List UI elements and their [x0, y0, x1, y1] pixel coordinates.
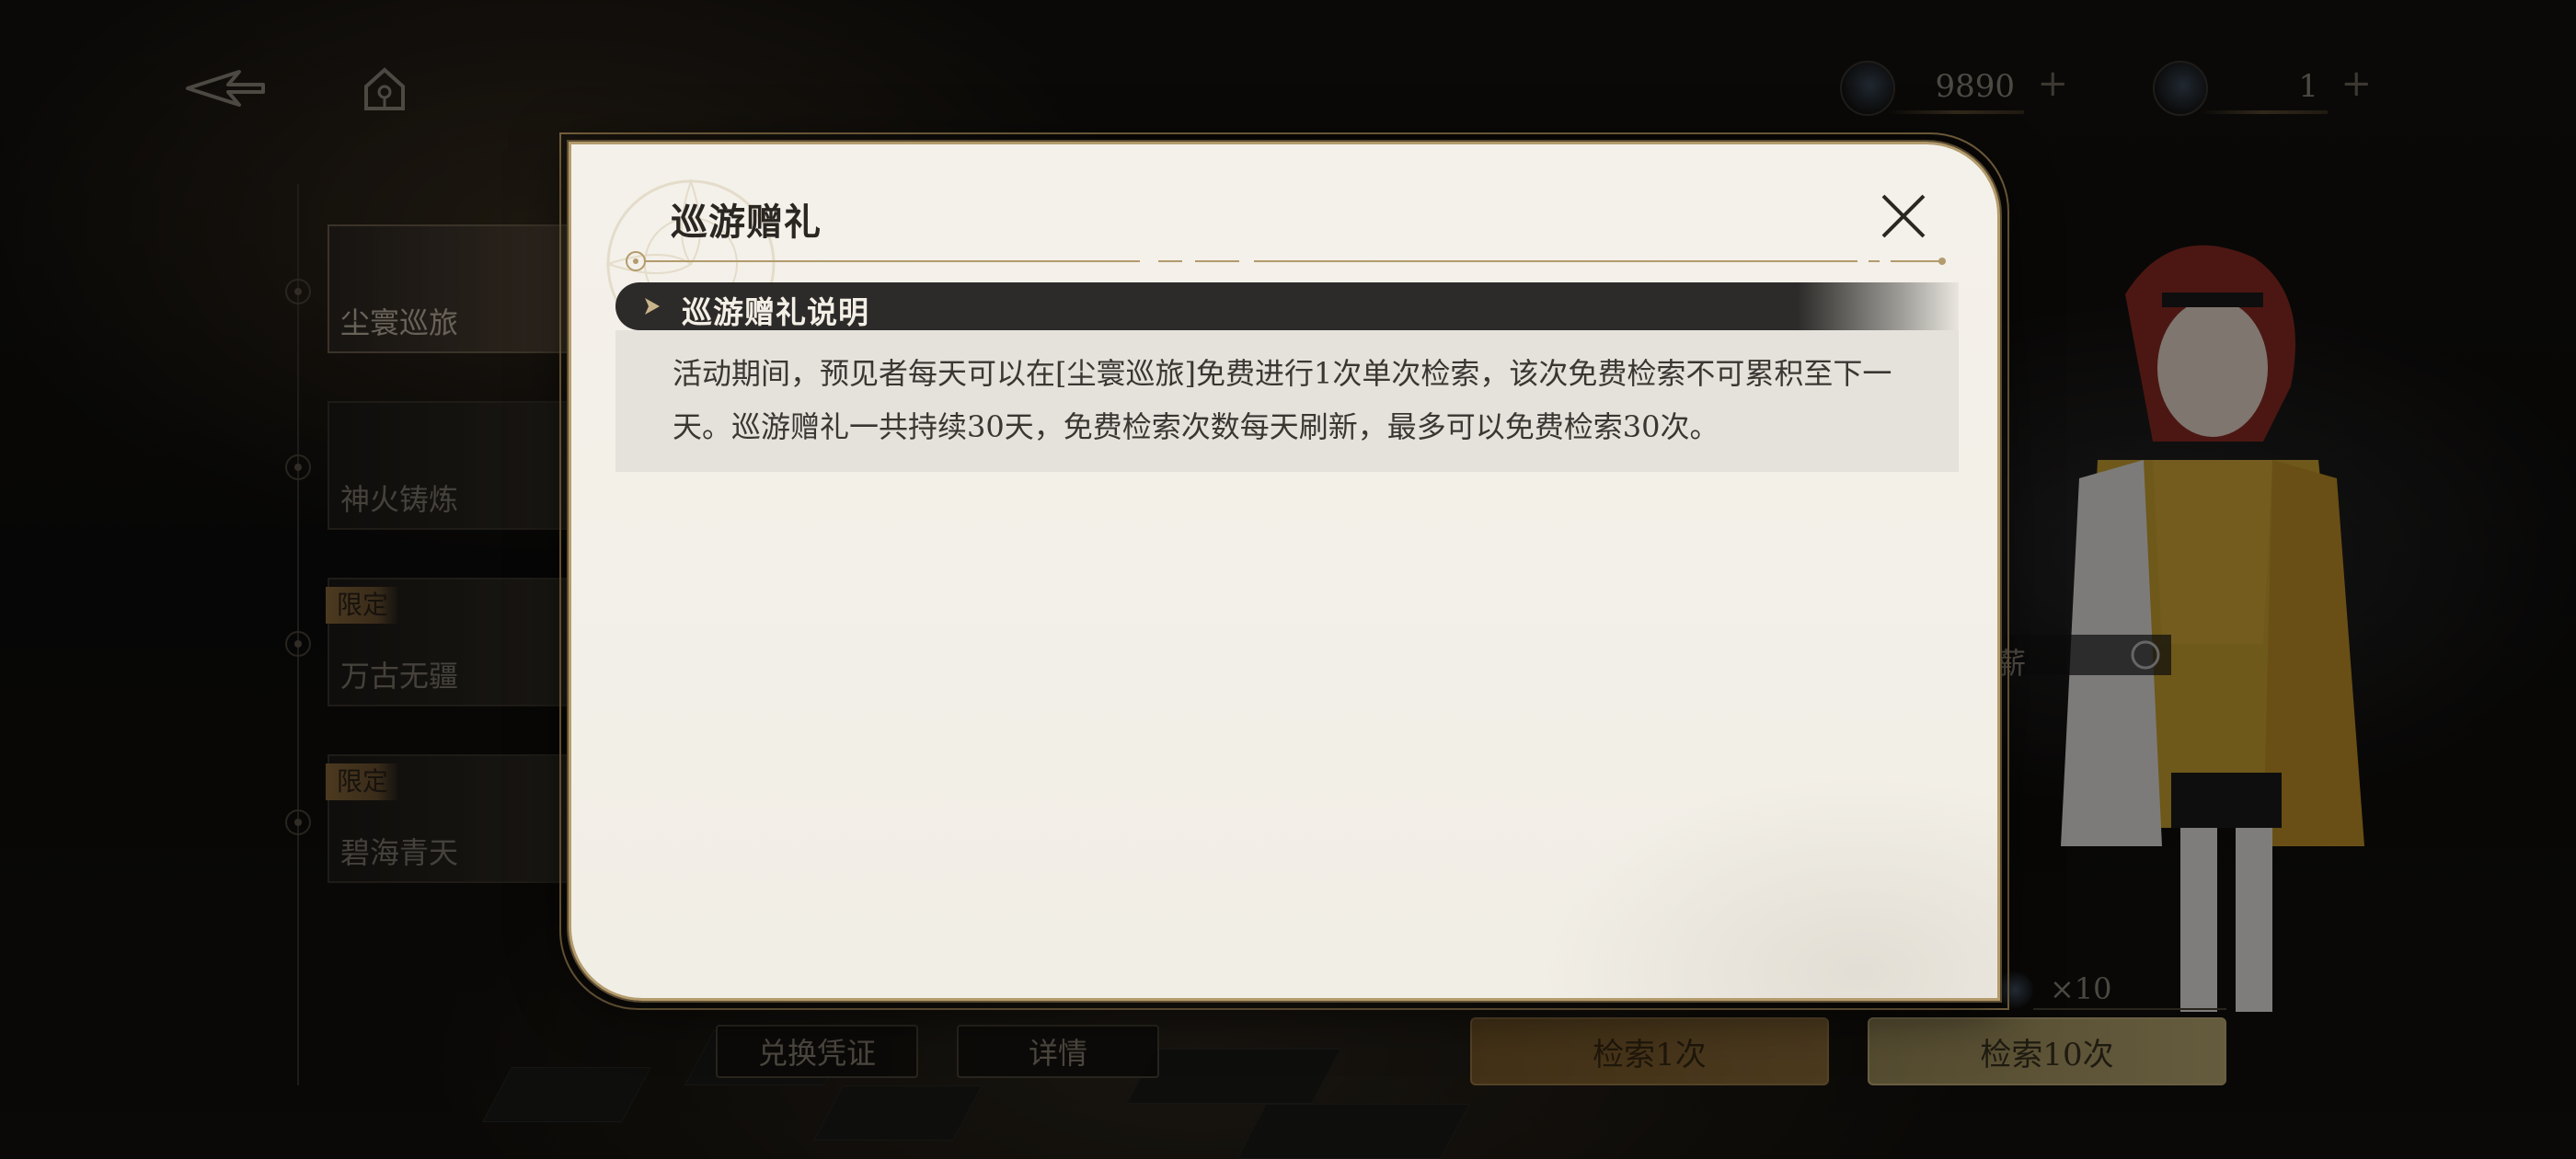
info-dialog: 巡游赠礼 巡游赠礼说明 活动期间，预见者每天可以在[尘寰巡旅]免费进行1次单次检… [569, 142, 2000, 1001]
section-body: 活动期间，预见者每天可以在[尘寰巡旅]免费进行1次单次检索，该次免费检索不可累积… [615, 330, 1959, 472]
section-description: 活动期间，预见者每天可以在[尘寰巡旅]免费进行1次单次检索，该次免费检索不可累积… [673, 356, 1892, 444]
title-divider [626, 251, 1946, 271]
section-title: 巡游赠礼说明 [682, 294, 869, 330]
section-header: 巡游赠礼说明 [615, 282, 1959, 330]
play-arrow-icon [645, 298, 660, 315]
dialog-title: 巡游赠礼 [671, 201, 822, 244]
close-icon[interactable] [1876, 189, 1931, 244]
